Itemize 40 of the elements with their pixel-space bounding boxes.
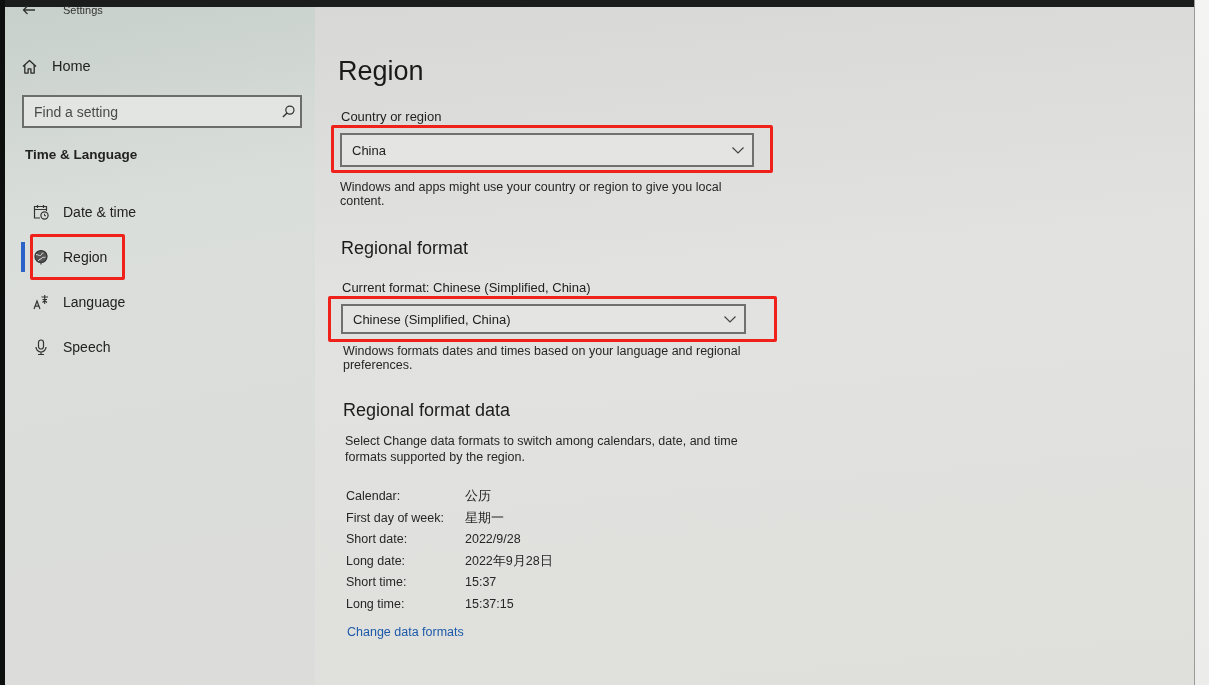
format-value: 15:37 — [465, 574, 498, 590]
field-label: Current format: Chinese (Simplified, China) — [342, 280, 591, 296]
language-icon — [33, 293, 49, 310]
section-heading: Regional format — [341, 237, 469, 259]
field-label: Country or region — [341, 109, 442, 125]
home-nav-item[interactable]: Home — [22, 54, 91, 78]
format-value: 星期一 — [465, 509, 505, 526]
description-text: Select Change data formats to switch among calendars, date, and time formats supported by the region. — [345, 433, 739, 465]
window-title: Settings — [63, 4, 103, 16]
section-heading: Regional format data — [343, 399, 511, 421]
format-value: 2022/9/28 — [465, 531, 522, 547]
globe-icon — [33, 248, 49, 265]
change-formats-link[interactable]: Change data formats — [347, 624, 464, 639]
nav-item[interactable]: Language — [21, 279, 311, 324]
home-icon — [22, 58, 37, 74]
format-dropdown[interactable]: Chinese (Simplified, China) — [341, 304, 746, 334]
nav-item[interactable]: Date & time — [21, 189, 311, 234]
nav-item[interactable]: Region — [21, 234, 311, 279]
description-text: Windows and apps might use your country or region to give you local content. — [340, 180, 723, 208]
back-arrow-icon[interactable] — [22, 5, 36, 15]
format-label: Long time: — [346, 595, 406, 612]
country-dropdown[interactable]: China — [340, 133, 754, 167]
format-label: Short time: — [346, 574, 408, 590]
format-value: 2022年9月28日 — [465, 552, 553, 569]
format-value: 公历 — [465, 488, 492, 504]
format-value: 15:37:15 — [465, 595, 515, 612]
chevron-down-icon — [724, 315, 736, 323]
search-icon[interactable] — [282, 105, 295, 118]
format-label: Calendar: — [346, 488, 402, 504]
chevron-down-icon — [732, 146, 744, 154]
format-label: First day of week: — [346, 509, 445, 526]
nav-item[interactable]: Speech — [21, 324, 311, 369]
description-text: Windows formats dates and times based on your language and regional preferences. — [343, 344, 742, 372]
calendar-clock-icon — [33, 203, 49, 220]
format-label: Short date: — [346, 531, 409, 547]
section-title: Time & Language — [25, 147, 139, 162]
format-label: Long date: — [346, 552, 407, 569]
search-field[interactable]: Find a setting — [22, 95, 302, 128]
microphone-icon — [33, 338, 49, 355]
page-title: Region — [338, 55, 424, 88]
